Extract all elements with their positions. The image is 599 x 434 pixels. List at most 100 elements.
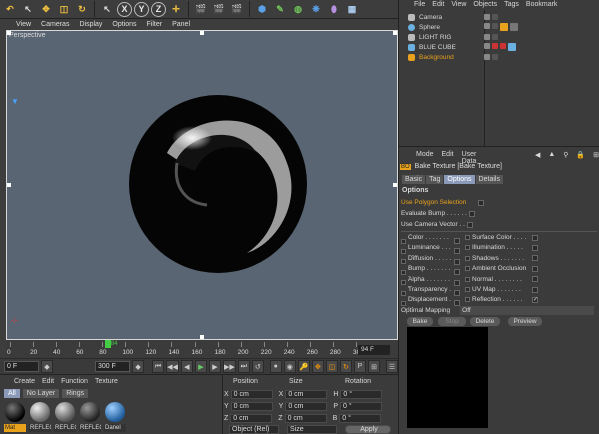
go-to-end-icon[interactable]: ⏭ bbox=[237, 360, 250, 373]
checkbox[interactable] bbox=[454, 258, 460, 265]
checkbox[interactable] bbox=[532, 255, 538, 262]
nav-back-icon[interactable]: ◀ bbox=[535, 151, 540, 160]
rotation-p-field[interactable]: 0 ° bbox=[340, 402, 383, 411]
go-to-start-icon[interactable]: ⏮ bbox=[152, 360, 165, 373]
material-tab-rings[interactable]: Rings bbox=[62, 389, 89, 398]
object-row-sphere[interactable]: Sphere bbox=[399, 22, 599, 32]
checkbox[interactable] bbox=[465, 266, 470, 272]
floor-icon[interactable]: ▦ bbox=[344, 1, 360, 17]
checkbox[interactable] bbox=[532, 265, 538, 272]
viewport-menu-view[interactable]: View bbox=[16, 21, 31, 28]
scale-key-icon[interactable]: ◫ bbox=[325, 360, 338, 373]
y-axis-lock-icon[interactable]: Y bbox=[134, 1, 149, 17]
size-y-field[interactable]: 0 cm bbox=[285, 402, 328, 411]
viewport-menu-panel[interactable]: Panel bbox=[172, 21, 190, 28]
coordinate-mode-select[interactable]: Object (Rel) bbox=[229, 425, 279, 434]
size-x-field[interactable]: 0 cm bbox=[285, 390, 328, 399]
object-row-camera[interactable]: Camera bbox=[399, 12, 599, 22]
right-channel-option[interactable]: Shadows . . . . . . . bbox=[465, 255, 538, 262]
right-channel-option[interactable]: Surface Color . . . . bbox=[465, 234, 538, 241]
material-menu-function[interactable]: Function bbox=[61, 378, 88, 387]
rotation-b-field[interactable]: 0 ° bbox=[339, 414, 382, 423]
object-menu-objects[interactable]: Objects bbox=[473, 1, 497, 10]
object-row-background[interactable]: Background bbox=[399, 52, 599, 62]
checkbox[interactable] bbox=[468, 210, 475, 217]
object-row-blue-cube[interactable]: BLUE CUBE bbox=[399, 42, 599, 52]
checkbox[interactable] bbox=[465, 287, 470, 292]
position-z-field[interactable]: 0 cm bbox=[230, 414, 273, 423]
x-axis-lock-icon[interactable]: X bbox=[117, 1, 132, 17]
checkbox[interactable] bbox=[466, 221, 473, 228]
coordinate-system-icon[interactable]: ✛ bbox=[168, 1, 184, 17]
loop-icon[interactable]: ↺ bbox=[251, 360, 264, 373]
size-z-field[interactable]: 0 cm bbox=[284, 414, 327, 423]
spline-pen-icon[interactable]: ✎ bbox=[272, 1, 288, 17]
position-y-field[interactable]: 0 cm bbox=[230, 402, 273, 411]
material-swatch[interactable]: REFLEC bbox=[29, 401, 51, 432]
next-key-icon[interactable]: ▶▶ bbox=[222, 360, 236, 373]
object-menu-tags[interactable]: Tags bbox=[504, 1, 519, 10]
material-menu-texture[interactable]: Texture bbox=[95, 378, 118, 387]
object-menu-view[interactable]: View bbox=[451, 1, 466, 10]
material-swatch[interactable]: Mat bbox=[4, 401, 26, 432]
preview-button[interactable]: Preview bbox=[508, 317, 542, 326]
autokey-icon[interactable]: ◉ bbox=[283, 360, 296, 373]
point-level-icon[interactable]: ⊞ bbox=[368, 360, 381, 373]
checkbox[interactable] bbox=[454, 238, 460, 244]
nurbs-icon[interactable]: ◍ bbox=[290, 1, 306, 17]
use-camera-vector-option[interactable]: Use Camera Vector . . bbox=[401, 221, 473, 228]
tab-details[interactable]: Details bbox=[475, 175, 503, 184]
material-tab-no-layer[interactable]: No Layer bbox=[22, 389, 60, 398]
array-icon[interactable]: ❋ bbox=[308, 1, 324, 17]
nav-up-icon[interactable]: ▲ bbox=[548, 151, 555, 160]
stepper-icon[interactable]: ◆ bbox=[40, 360, 54, 373]
end-frame-field[interactable]: 300 F bbox=[95, 361, 130, 372]
evaluate-bump-option[interactable]: Evaluate Bump . . . . . . bbox=[401, 210, 475, 217]
checkbox[interactable] bbox=[465, 255, 470, 261]
material-tab-all[interactable]: All bbox=[4, 389, 20, 398]
right-channel-option[interactable]: Illumination . . . . . bbox=[465, 244, 538, 251]
size-mode-select[interactable]: Size bbox=[287, 425, 337, 434]
play-icon[interactable]: ▶ bbox=[194, 360, 207, 373]
cube-icon[interactable]: ⬢ bbox=[254, 1, 270, 17]
rotation-h-field[interactable]: 0 ° bbox=[340, 390, 383, 399]
checkbox[interactable] bbox=[454, 279, 460, 286]
bake-tag-icon[interactable] bbox=[500, 23, 508, 31]
attribute-menu-edit[interactable]: Edit bbox=[442, 151, 454, 160]
checkbox[interactable] bbox=[532, 244, 538, 251]
previous-frame-icon[interactable]: ◀ bbox=[180, 360, 193, 373]
material-swatch[interactable]: REFLEC bbox=[79, 401, 101, 432]
checkbox[interactable] bbox=[465, 245, 470, 251]
material-tag-icon[interactable] bbox=[508, 43, 516, 51]
rotation-key-icon[interactable]: ↻ bbox=[339, 360, 352, 373]
search-icon[interactable]: ⚲ bbox=[563, 151, 568, 160]
attribute-menu-user-data[interactable]: User Data bbox=[462, 151, 487, 165]
position-key-icon[interactable]: ✥ bbox=[311, 360, 324, 373]
apply-button[interactable]: Apply bbox=[345, 425, 391, 434]
z-axis-lock-icon[interactable]: Z bbox=[151, 1, 166, 17]
material-menu-create[interactable]: Create bbox=[14, 378, 35, 387]
checkbox[interactable] bbox=[532, 286, 538, 293]
deformer-icon[interactable]: ⬮ bbox=[326, 1, 342, 17]
object-menu-file[interactable]: File bbox=[414, 1, 425, 10]
attribute-menu-mode[interactable]: Mode bbox=[416, 151, 434, 160]
checkbox[interactable] bbox=[532, 234, 538, 241]
checkbox[interactable]: ✓ bbox=[532, 296, 538, 303]
new-window-icon[interactable]: ⊞ bbox=[593, 151, 599, 160]
material-swatch[interactable]: REFLEC bbox=[54, 401, 76, 432]
move-tool-icon[interactable]: ✥ bbox=[38, 1, 54, 17]
checkbox[interactable] bbox=[401, 248, 406, 254]
object-row-light-rig[interactable]: LIGHT RIG bbox=[399, 32, 599, 42]
checkbox[interactable] bbox=[465, 235, 470, 240]
material-tag-icon[interactable] bbox=[510, 23, 518, 31]
viewport-menu-filter[interactable]: Filter bbox=[147, 21, 163, 28]
render-settings-icon[interactable]: 🎬 bbox=[229, 1, 245, 17]
checkbox[interactable] bbox=[401, 269, 406, 275]
viewport-menu-display[interactable]: Display bbox=[79, 21, 102, 28]
checkbox[interactable] bbox=[532, 276, 538, 283]
stepper-icon[interactable]: ◆ bbox=[132, 360, 145, 373]
bake-button[interactable]: Bake bbox=[407, 317, 433, 326]
checkbox[interactable] bbox=[401, 238, 406, 244]
right-channel-option[interactable]: Normal . . . . . . . . bbox=[465, 276, 538, 283]
checkbox[interactable] bbox=[454, 290, 460, 296]
